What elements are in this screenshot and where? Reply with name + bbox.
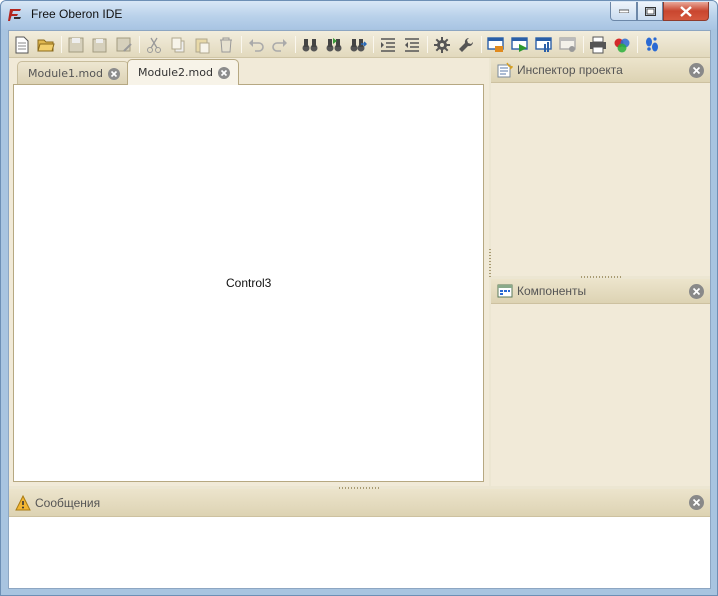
unindent-button[interactable]	[401, 34, 423, 55]
messages-panel: Сообщения	[9, 489, 710, 588]
cut-button[interactable]	[143, 34, 165, 55]
panel-title: Компоненты	[517, 284, 587, 298]
save-all-button[interactable]	[89, 34, 111, 55]
unindent-icon	[405, 37, 419, 52]
maximize-button[interactable]	[637, 2, 663, 21]
components-panel: Компоненты	[491, 279, 710, 486]
gear-icon	[434, 36, 450, 53]
save-all-icon	[92, 38, 107, 52]
find-next-button[interactable]	[323, 34, 345, 55]
replace-icon	[350, 38, 367, 51]
save-as-icon	[116, 37, 132, 52]
build-icon	[535, 36, 552, 52]
settings-button[interactable]	[431, 34, 453, 55]
compile-button[interactable]	[485, 34, 507, 55]
run-button[interactable]	[509, 34, 531, 55]
app-window: Free Oberon IDE Module1.mod Module2.mod …	[0, 0, 718, 596]
panel-header: Инспектор проекта	[491, 58, 710, 83]
open-folder-icon	[37, 39, 55, 51]
find-next-icon	[326, 37, 342, 51]
delete-button[interactable]	[215, 34, 237, 55]
editor-placeholder-label: Control3	[226, 276, 272, 290]
wrench-icon	[459, 37, 474, 52]
project-inspector-panel: Инспектор проекта	[491, 58, 710, 276]
palette-icon	[614, 38, 630, 52]
panel-title: Сообщения	[35, 495, 101, 510]
components-icon	[497, 284, 513, 298]
project-inspector-icon	[497, 62, 513, 78]
panel-title: Инспектор проекта	[517, 63, 623, 77]
close-window-button[interactable]	[663, 2, 709, 21]
warning-icon	[15, 494, 31, 510]
code-editor[interactable]: Control3	[13, 84, 484, 482]
maximize-icon	[644, 6, 656, 16]
panel-close-icon[interactable]	[689, 63, 704, 78]
minimize-icon	[618, 9, 629, 13]
save-as-button[interactable]	[113, 34, 135, 55]
build-button[interactable]	[533, 34, 555, 55]
panel-close-icon[interactable]	[689, 284, 704, 299]
tab-module1[interactable]: Module1.mod	[17, 61, 129, 85]
editor-area: Module1.mod Module2.mod Control3	[9, 58, 489, 486]
colors-button[interactable]	[611, 34, 633, 55]
indent-button[interactable]	[377, 34, 399, 55]
panel-close-icon[interactable]	[689, 495, 704, 510]
copy-icon	[171, 37, 185, 52]
printer-icon	[590, 36, 606, 53]
save-icon	[68, 37, 84, 52]
paste-button[interactable]	[191, 34, 213, 55]
save-button[interactable]	[65, 34, 87, 55]
tab-close-icon[interactable]	[108, 67, 120, 80]
scissors-icon	[147, 37, 161, 53]
find-button[interactable]	[299, 34, 321, 55]
window-title: Free Oberon IDE	[31, 7, 123, 21]
panel-header: Компоненты	[491, 279, 710, 304]
debug-icon	[559, 36, 576, 52]
print-button[interactable]	[587, 34, 609, 55]
panel-header: Сообщения	[9, 489, 710, 517]
new-file-button[interactable]	[11, 34, 33, 55]
indent-icon	[381, 37, 395, 52]
compile-icon	[487, 36, 504, 52]
splitter-grip[interactable]	[581, 276, 621, 278]
run-icon	[511, 36, 528, 52]
redo-icon	[272, 38, 287, 52]
tools-button[interactable]	[455, 34, 477, 55]
client-area: Module1.mod Module2.mod Control3 Инспект…	[8, 30, 711, 589]
tab-label: Module2.mod	[138, 66, 213, 79]
copy-button[interactable]	[167, 34, 189, 55]
new-file-icon	[15, 36, 29, 53]
footprints-icon	[646, 36, 658, 51]
open-file-button[interactable]	[35, 34, 57, 55]
tab-label: Module1.mod	[28, 67, 103, 80]
tab-close-icon[interactable]	[218, 66, 230, 79]
app-logo-icon	[8, 7, 24, 23]
paste-icon	[195, 38, 210, 53]
binoculars-icon	[302, 38, 318, 51]
debug-button[interactable]	[557, 34, 579, 55]
undo-icon	[249, 38, 264, 52]
tab-module2[interactable]: Module2.mod	[127, 59, 239, 85]
replace-button[interactable]	[347, 34, 369, 55]
main-toolbar	[9, 31, 710, 58]
about-button[interactable]	[641, 34, 663, 55]
title-bar[interactable]: Free Oberon IDE	[1, 1, 717, 29]
minimize-button[interactable]	[610, 2, 637, 21]
undo-button[interactable]	[245, 34, 267, 55]
close-icon	[680, 5, 692, 17]
trash-icon	[220, 37, 232, 52]
redo-button[interactable]	[269, 34, 291, 55]
